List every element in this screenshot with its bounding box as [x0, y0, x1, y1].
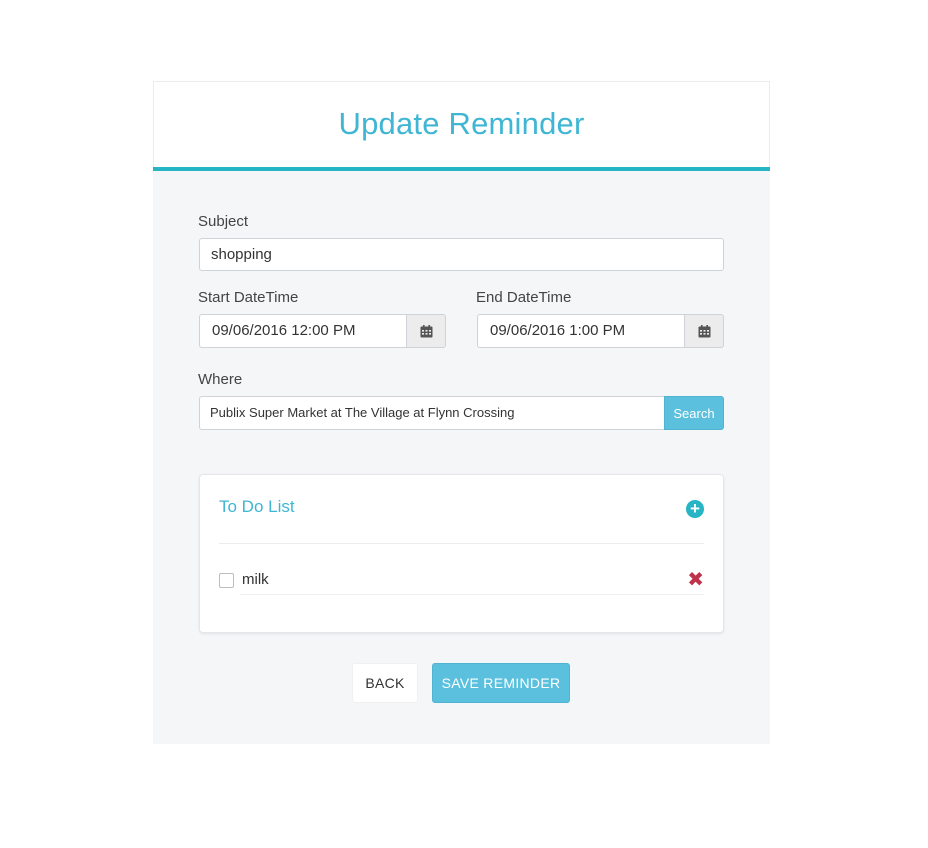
- save-reminder-button[interactable]: SAVE REMINDER: [432, 663, 570, 703]
- plus-circle-icon[interactable]: +: [686, 500, 704, 518]
- end-datetime-group: 09/06/2016 1:00 PM: [477, 314, 724, 348]
- divider: [219, 543, 704, 544]
- close-icon[interactable]: ✖: [687, 567, 704, 592]
- list-item: milk ✖: [219, 569, 704, 595]
- end-datetime-input[interactable]: 09/06/2016 1:00 PM: [477, 314, 684, 348]
- back-button[interactable]: BACK: [352, 663, 418, 703]
- end-calendar-button[interactable]: [684, 314, 724, 348]
- divider: [240, 594, 704, 595]
- where-group: Publix Super Market at The Village at Fl…: [199, 396, 724, 430]
- start-calendar-button[interactable]: [406, 314, 446, 348]
- card-header: Update Reminder: [153, 81, 770, 167]
- todo-item-text: milk: [242, 571, 269, 588]
- where-label: Where: [198, 371, 243, 388]
- page-title: Update Reminder: [338, 106, 585, 141]
- todo-panel: To Do List + milk ✖: [199, 474, 724, 633]
- subject-label: Subject: [198, 213, 249, 230]
- calendar-icon: [698, 324, 710, 337]
- start-datetime-group: 09/06/2016 12:00 PM: [199, 314, 446, 348]
- start-datetime-label: Start DateTime: [198, 289, 299, 306]
- where-input[interactable]: Publix Super Market at The Village at Fl…: [199, 396, 664, 430]
- calendar-icon: [420, 324, 432, 337]
- subject-input[interactable]: shopping: [199, 238, 724, 271]
- end-datetime-label: End DateTime: [476, 289, 572, 306]
- start-datetime-input[interactable]: 09/06/2016 12:00 PM: [199, 314, 406, 348]
- reminder-card: Update Reminder Subject shopping Start D…: [153, 81, 770, 744]
- todo-title: To Do List: [219, 497, 295, 516]
- search-button[interactable]: Search: [664, 396, 724, 430]
- header-accent-bar: [153, 167, 770, 171]
- todo-checkbox[interactable]: [219, 573, 234, 588]
